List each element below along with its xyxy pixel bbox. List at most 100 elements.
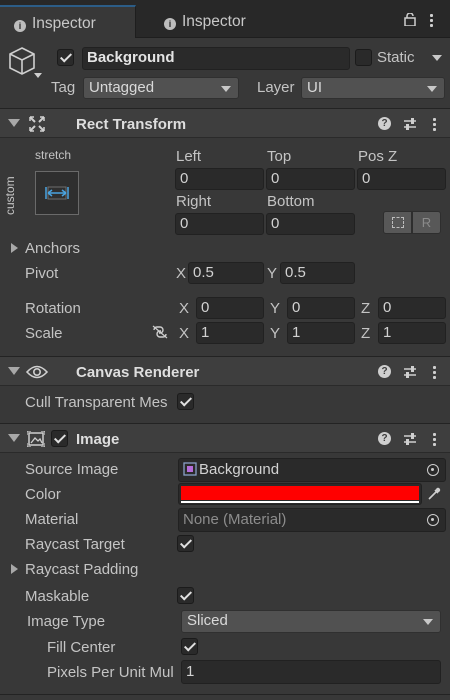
foldout-arrow-icon[interactable] [8, 119, 20, 127]
object-name-field[interactable]: Background [82, 47, 350, 70]
anchor-preset-vertical-label: custom [3, 176, 17, 215]
fill-center-checkbox[interactable] [181, 638, 198, 655]
help-icon[interactable]: ? [378, 365, 391, 378]
image-type-value: Sliced [187, 612, 228, 629]
presets-icon[interactable] [403, 365, 417, 379]
foldout-arrow-icon[interactable] [8, 367, 20, 375]
anchor-preset-horizontal-label: stretch [35, 148, 72, 162]
material-field[interactable]: None (Material) [178, 508, 446, 532]
layer-value: UI [307, 79, 322, 96]
scale-x-label: X [179, 325, 190, 342]
sprite-icon [183, 462, 197, 476]
static-checkbox[interactable] [355, 49, 372, 66]
tag-label: Tag [51, 79, 76, 96]
image-component-icon [27, 431, 45, 447]
rotation-x-field[interactable]: 0 [196, 297, 264, 319]
color-field[interactable] [178, 483, 422, 505]
canvas-renderer-header[interactable]: Canvas Renderer ? [0, 356, 450, 386]
source-image-label: Source Image [25, 461, 119, 478]
scale-label: Scale [25, 325, 63, 342]
maskable-checkbox[interactable] [177, 587, 194, 604]
chevron-down-icon [423, 619, 433, 625]
chevron-down-icon [221, 86, 231, 92]
image-type-dropdown[interactable]: Sliced [181, 610, 441, 633]
color-label: Color [25, 486, 61, 503]
active-toggle-checkbox[interactable] [57, 49, 74, 66]
tag-value: Untagged [89, 79, 155, 96]
raw-edit-button[interactable]: R [412, 211, 441, 234]
rotation-z-field[interactable]: 0 [378, 297, 446, 319]
bottom-label: Bottom [267, 193, 315, 210]
tag-dropdown[interactable]: Untagged [83, 77, 239, 99]
canvas-renderer-title: Canvas Renderer [76, 364, 200, 381]
raycast-padding-label[interactable]: Raycast Padding [25, 561, 138, 578]
presets-icon[interactable] [403, 432, 417, 446]
layer-dropdown[interactable]: UI [301, 77, 445, 99]
component-menu-icon[interactable] [433, 432, 436, 446]
scale-z-label: Z [361, 325, 371, 342]
image-title: Image [76, 431, 120, 448]
tab-inspector-active[interactable]: i Inspector [0, 5, 136, 38]
tab-menu-icon[interactable] [430, 13, 433, 27]
left-field[interactable]: 0 [175, 168, 264, 190]
object-picker-icon[interactable] [427, 464, 439, 476]
tab-label: Inspector [182, 13, 246, 30]
image-enabled-checkbox[interactable] [51, 430, 68, 447]
source-image-field[interactable]: Background [178, 458, 446, 482]
pixels-per-unit-field[interactable]: 1 [181, 660, 441, 684]
scale-y-field[interactable]: 1 [287, 322, 355, 344]
layer-label: Layer [257, 79, 295, 96]
component-menu-icon[interactable] [433, 117, 436, 131]
foldout-arrow-icon[interactable] [8, 434, 20, 442]
scale-x-field[interactable]: 1 [196, 322, 264, 344]
object-picker-icon[interactable] [427, 514, 439, 526]
image-header[interactable]: Image ? [0, 423, 450, 453]
anchors-foldout-icon[interactable] [11, 243, 18, 253]
rect-transform-title: Rect Transform [76, 116, 187, 133]
rect-transform-header[interactable]: Rect Transform ? [0, 108, 450, 138]
rotation-x-label: X [179, 300, 190, 317]
help-icon[interactable]: ? [378, 117, 391, 130]
right-field[interactable]: 0 [175, 213, 264, 235]
picker-dot [431, 518, 434, 521]
right-label: Right [176, 193, 212, 210]
raycast-padding-foldout-icon[interactable] [11, 564, 18, 574]
raycast-target-checkbox[interactable] [177, 535, 194, 552]
cull-transparent-label: Cull Transparent Mes [25, 394, 168, 411]
rotation-label: Rotation [25, 300, 81, 317]
raycast-target-label: Raycast Target [25, 536, 125, 553]
info-icon: i [164, 18, 176, 30]
top-field[interactable]: 0 [266, 168, 355, 190]
top-label: Top [267, 148, 292, 165]
tab-label: Inspector [32, 15, 96, 32]
source-image-value: Background [199, 461, 280, 478]
eyedropper-icon[interactable] [427, 487, 441, 501]
presets-icon[interactable] [403, 117, 417, 131]
blueprint-mode-button[interactable] [383, 211, 412, 234]
pivot-x-field[interactable]: 0.5 [188, 262, 264, 284]
scale-y-label: Y [270, 325, 281, 342]
anchor-presets-button[interactable] [35, 171, 79, 215]
static-dropdown-caret-icon[interactable] [432, 55, 442, 61]
fill-center-label: Fill Center [47, 639, 116, 656]
component-menu-icon[interactable] [433, 365, 436, 379]
cull-transparent-checkbox[interactable] [177, 393, 194, 410]
tab-bar: i Inspector i Inspector [0, 0, 450, 38]
constrain-proportions-link-icon[interactable] [152, 325, 168, 339]
anchors-label[interactable]: Anchors [25, 240, 80, 257]
pivot-y-field[interactable]: 0.5 [280, 262, 355, 284]
scale-z-field[interactable]: 1 [378, 322, 446, 344]
pivot-x-label: X [176, 265, 187, 282]
posz-field[interactable]: 0 [357, 168, 446, 190]
tab-inspector-second[interactable]: i Inspector [150, 5, 246, 38]
lock-icon[interactable] [404, 13, 416, 26]
help-icon[interactable]: ? [378, 432, 391, 445]
alpha-bar [181, 501, 419, 503]
pixels-per-unit-label: Pixels Per Unit Mul [47, 664, 174, 681]
icon-dropdown-caret-icon[interactable] [34, 73, 42, 78]
bottom-field[interactable]: 0 [266, 213, 355, 235]
blueprint-icon [392, 217, 404, 228]
material-label: Material [25, 511, 79, 528]
rotation-y-field[interactable]: 0 [287, 297, 355, 319]
rotation-y-label: Y [270, 300, 281, 317]
